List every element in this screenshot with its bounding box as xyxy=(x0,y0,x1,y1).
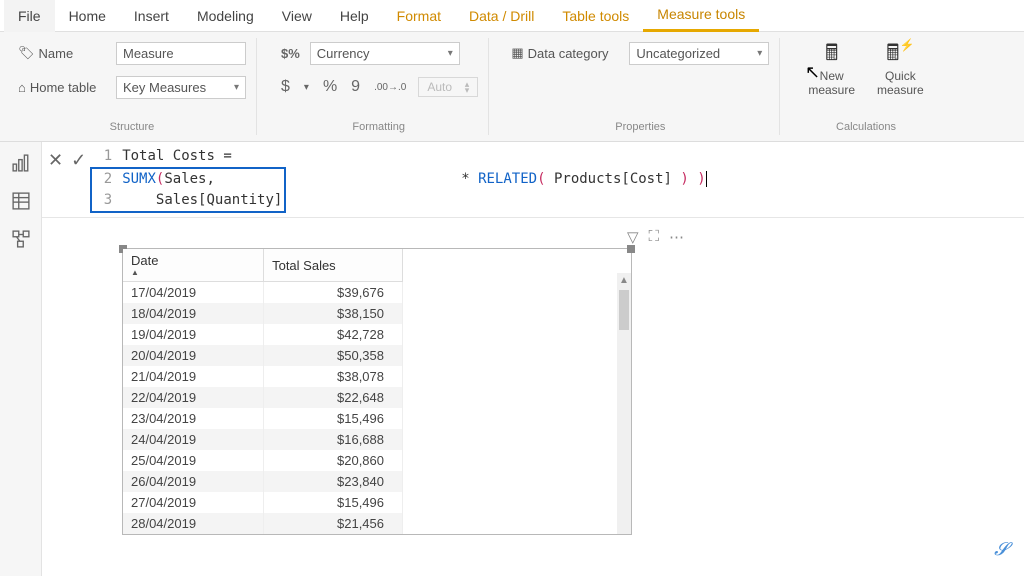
scroll-thumb[interactable] xyxy=(619,290,629,330)
sort-asc-icon: ▲ xyxy=(131,268,255,277)
quick-measure-button[interactable]: 🖩⚡ Quick measure xyxy=(871,40,930,100)
view-rail xyxy=(0,142,42,576)
table-row[interactable]: 22/04/2019$22,648 xyxy=(123,387,403,408)
group-formatting: $% Currency▾ $ ▾ % 9 .00→.0 Auto▴▾ Forma… xyxy=(269,38,489,135)
formula-editor[interactable]: 1Total Costs = 2SUMX( Sales, 3 Sales[Qua… xyxy=(94,146,1018,213)
group-calculations: 🖩 New measure 🖩⚡ Quick measure Calculati… xyxy=(792,38,939,135)
column-header-date[interactable]: Date▲ xyxy=(123,249,264,282)
tab-measure-tools[interactable]: Measure tools xyxy=(643,0,759,32)
tab-view[interactable]: View xyxy=(268,0,326,32)
tab-modeling[interactable]: Modeling xyxy=(183,0,268,32)
new-measure-button[interactable]: 🖩 New measure xyxy=(802,40,861,100)
table-row[interactable]: 24/04/2019$16,688 xyxy=(123,429,403,450)
table-row[interactable]: 18/04/2019$38,150 xyxy=(123,303,403,324)
tab-home[interactable]: Home xyxy=(55,0,120,32)
tab-format[interactable]: Format xyxy=(383,0,455,32)
column-header-total-sales[interactable]: Total Sales xyxy=(264,249,403,282)
table-row[interactable]: 27/04/2019$15,496 xyxy=(123,492,403,513)
tab-help[interactable]: Help xyxy=(326,0,383,32)
tab-table-tools[interactable]: Table tools xyxy=(548,0,643,32)
tab-insert[interactable]: Insert xyxy=(120,0,183,32)
ribbon: 🏷Name Measure ⌂Home table Key Measures▾ … xyxy=(0,32,1024,142)
format-dropdown[interactable]: Currency▾ xyxy=(310,42,460,65)
formatting-group-label: Formatting xyxy=(279,121,478,133)
commit-formula-button[interactable]: ✓ xyxy=(71,150,86,171)
scrollbar[interactable]: ▲ xyxy=(617,273,631,534)
decimal-button[interactable]: .00→.0 xyxy=(372,82,408,93)
table-row[interactable]: 28/04/2019$21,456 xyxy=(123,513,403,534)
tab-data-drill[interactable]: Data / Drill xyxy=(455,0,548,32)
name-label: Name xyxy=(39,46,74,61)
calculations-group-label: Calculations xyxy=(802,121,929,133)
quick-calc-icon: 🖩⚡ xyxy=(884,42,916,68)
hometable-label: Home table xyxy=(30,80,96,95)
report-view-icon[interactable] xyxy=(10,152,32,174)
category-icon: ▦ xyxy=(511,45,523,61)
name-input[interactable]: Measure xyxy=(116,42,246,65)
structure-group-label: Structure xyxy=(18,121,246,133)
table-row[interactable]: 19/04/2019$42,728 xyxy=(123,324,403,345)
table-row[interactable]: 21/04/2019$38,078 xyxy=(123,366,403,387)
thousands-button[interactable]: 9 xyxy=(349,78,362,96)
model-view-icon[interactable] xyxy=(10,228,32,250)
properties-group-label: Properties xyxy=(511,121,769,133)
table-row[interactable]: 23/04/2019$15,496 xyxy=(123,408,403,429)
tag-icon: 🏷 xyxy=(18,45,35,61)
format-prefix-icon: $% xyxy=(279,46,302,61)
ribbon-tabs: File Home Insert Modeling View Help Form… xyxy=(0,0,1024,32)
resize-handle[interactable] xyxy=(627,245,635,253)
table-row[interactable]: 20/04/2019$50,358 xyxy=(123,345,403,366)
filter-icon[interactable]: ▽ xyxy=(627,228,639,246)
formula-bar: ✕ ✓ 1Total Costs = 2SUMX( Sales, 3 Sales… xyxy=(42,142,1024,218)
home-icon: ⌂ xyxy=(18,80,26,95)
data-view-icon[interactable] xyxy=(10,190,32,212)
chevron-down-icon: ▾ xyxy=(757,48,762,59)
table-row[interactable]: 26/04/2019$23,840 xyxy=(123,471,403,492)
decimal-places-input[interactable]: Auto▴▾ xyxy=(418,77,478,97)
report-canvas[interactable]: ▽ ⛶ ⋯ Date▲ Total Sales 17/04/2019$39,67… xyxy=(42,218,1024,576)
table-visual[interactable]: Date▲ Total Sales 17/04/2019$39,67618/04… xyxy=(122,248,632,535)
more-options-icon[interactable]: ⋯ xyxy=(669,228,684,246)
currency-chevron[interactable]: ▾ xyxy=(302,82,311,93)
watermark-icon: 𝓢 xyxy=(994,539,1008,560)
table-row[interactable]: 25/04/2019$20,860 xyxy=(123,450,403,471)
scroll-up-icon[interactable]: ▲ xyxy=(619,273,629,288)
hometable-dropdown[interactable]: Key Measures▾ xyxy=(116,76,246,99)
calculator-icon: 🖩 xyxy=(816,42,848,68)
currency-button[interactable]: $ xyxy=(279,78,292,96)
group-properties: ▦ Data category Uncategorized▾ Properties xyxy=(501,38,780,135)
focus-mode-icon[interactable]: ⛶ xyxy=(648,228,659,246)
group-structure: 🏷Name Measure ⌂Home table Key Measures▾ … xyxy=(8,38,257,135)
chevron-down-icon: ▾ xyxy=(448,48,453,59)
category-dropdown[interactable]: Uncategorized▾ xyxy=(629,42,769,65)
chevron-down-icon: ▾ xyxy=(234,82,239,93)
cancel-formula-button[interactable]: ✕ xyxy=(48,150,63,171)
category-label: Data category xyxy=(528,46,609,61)
tab-file[interactable]: File xyxy=(4,0,55,32)
table-row[interactable]: 17/04/2019$39,676 xyxy=(123,282,403,304)
percent-button[interactable]: % xyxy=(321,78,339,96)
